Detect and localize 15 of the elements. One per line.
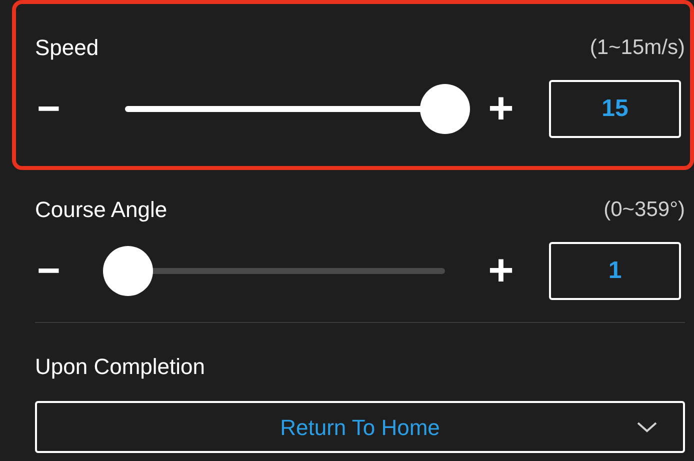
slider-thumb[interactable]: [420, 84, 470, 134]
chevron-down-icon: [637, 422, 657, 433]
value-field[interactable]: 1: [549, 242, 681, 300]
setting-label: Course Angle: [35, 196, 168, 224]
increase-button[interactable]: +: [483, 87, 519, 131]
setting-label: Speed: [35, 34, 99, 62]
range-text: (0~359°): [604, 197, 685, 223]
decrease-button[interactable]: −: [35, 89, 95, 129]
completion-dropdown[interactable]: Return To Home: [35, 401, 685, 453]
increase-button[interactable]: +: [483, 249, 519, 293]
range-text: (1~15m/s): [590, 35, 685, 61]
dropdown-value: Return To Home: [280, 414, 440, 442]
value-field[interactable]: 15: [549, 80, 681, 138]
section-label: Upon Completion: [35, 353, 206, 381]
decrease-button[interactable]: −: [35, 251, 95, 291]
